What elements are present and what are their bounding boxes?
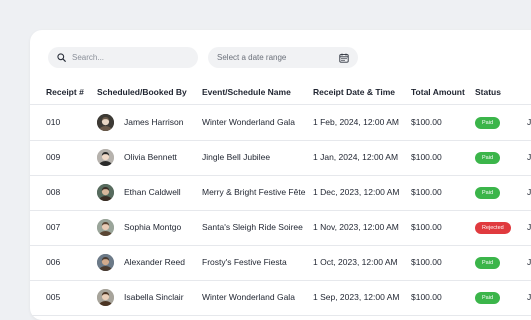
column-header-status[interactable]: Status — [475, 80, 501, 104]
column-header-receipt[interactable]: Receipt # — [46, 80, 84, 104]
table-row[interactable]: 009 Olivia Bennett Jingle Bell Jubilee 1… — [30, 140, 531, 176]
avatar — [97, 114, 114, 131]
event-name: Merry & Bright Festive Fête — [202, 187, 306, 197]
total-amount: $100.00 — [411, 257, 442, 267]
total-amount: $100.00 — [411, 152, 442, 162]
total-amount: $100.00 — [411, 292, 442, 302]
booked-by-name[interactable]: James Harrison — [124, 105, 184, 140]
table-row[interactable]: 008 Ethan Caldwell Merry & Bright Festiv… — [30, 175, 531, 211]
booked-by-name[interactable]: Alexander Reed — [124, 245, 185, 280]
receipt-number: 006 — [46, 257, 61, 267]
receipt-datetime: 1 Oct, 2023, 12:00 AM — [313, 257, 398, 267]
event-name: Jingle Bell Jubilee — [202, 152, 271, 162]
table-row[interactable]: 010 James Harrison Winter Wonderland Gal… — [30, 105, 531, 141]
search-icon — [57, 53, 66, 62]
truncated-column-value: J — [527, 152, 531, 162]
search-box[interactable] — [48, 47, 198, 68]
avatar — [97, 219, 114, 236]
status-badge: Paid — [475, 292, 501, 304]
date-range-placeholder: Select a date range — [217, 53, 287, 62]
avatar — [97, 254, 114, 271]
status-badge: Paid — [475, 257, 501, 269]
booked-by-name[interactable]: Olivia Bennett — [124, 140, 177, 175]
event-name: Winter Wonderland Gala — [202, 292, 295, 302]
total-amount: $100.00 — [411, 117, 442, 127]
truncated-column-value: J — [527, 222, 531, 232]
avatar — [97, 149, 114, 166]
table-row[interactable]: 007 Sophia Montgo Santa's Sleigh Ride So… — [30, 210, 531, 246]
receipt-datetime: 1 Nov, 2023, 12:00 AM — [313, 222, 399, 232]
booked-by-name[interactable]: Sophia Montgo — [124, 210, 181, 245]
truncated-column-value: J — [527, 292, 531, 302]
calendar-icon[interactable] — [339, 53, 349, 63]
status-badge: Paid — [475, 187, 501, 199]
avatar — [97, 289, 114, 306]
receipt-number: 005 — [46, 292, 61, 302]
receipts-card: Select a date range Receipt # Scheduled/… — [30, 30, 531, 320]
total-amount: $100.00 — [411, 222, 442, 232]
date-range-picker[interactable]: Select a date range — [208, 47, 358, 68]
table-row[interactable]: 005 Isabella Sinclair Winter Wonderland … — [30, 280, 531, 316]
event-name: Winter Wonderland Gala — [202, 117, 295, 127]
status-badge: Paid — [475, 152, 501, 164]
receipt-datetime: 1 Jan, 2024, 12:00 AM — [313, 152, 399, 162]
receipt-number: 009 — [46, 152, 61, 162]
receipt-datetime: 1 Feb, 2024, 12:00 AM — [313, 117, 400, 127]
total-amount: $100.00 — [411, 187, 442, 197]
event-name: Frosty's Festive Fiesta — [202, 257, 287, 267]
search-input[interactable] — [72, 53, 182, 62]
column-header-booked-by[interactable]: Scheduled/Booked By — [97, 80, 187, 104]
table-row[interactable]: 006 Alexander Reed Frosty's Festive Fies… — [30, 245, 531, 281]
column-header-event[interactable]: Event/Schedule Name — [202, 80, 291, 104]
column-header-amount[interactable]: Total Amount — [411, 80, 465, 104]
booked-by-name[interactable]: Isabella Sinclair — [124, 280, 184, 315]
truncated-column-value: J — [527, 117, 531, 127]
receipt-datetime: 1 Dec, 2023, 12:00 AM — [313, 187, 400, 197]
truncated-column-value: J — [527, 187, 531, 197]
event-name: Santa's Sleigh Ride Soiree — [202, 222, 303, 232]
receipt-datetime: 1 Sep, 2023, 12:00 AM — [313, 292, 400, 302]
receipt-number: 010 — [46, 117, 61, 127]
avatar — [97, 184, 114, 201]
status-badge: Paid — [475, 117, 501, 129]
status-badge: Rejected — [475, 222, 511, 234]
table-header: Receipt # Scheduled/Booked By Event/Sche… — [30, 80, 531, 104]
receipt-number: 007 — [46, 222, 61, 232]
receipt-number: 008 — [46, 187, 61, 197]
column-header-datetime[interactable]: Receipt Date & Time — [313, 80, 395, 104]
truncated-column-value: J — [527, 257, 531, 267]
booked-by-name[interactable]: Ethan Caldwell — [124, 175, 181, 210]
